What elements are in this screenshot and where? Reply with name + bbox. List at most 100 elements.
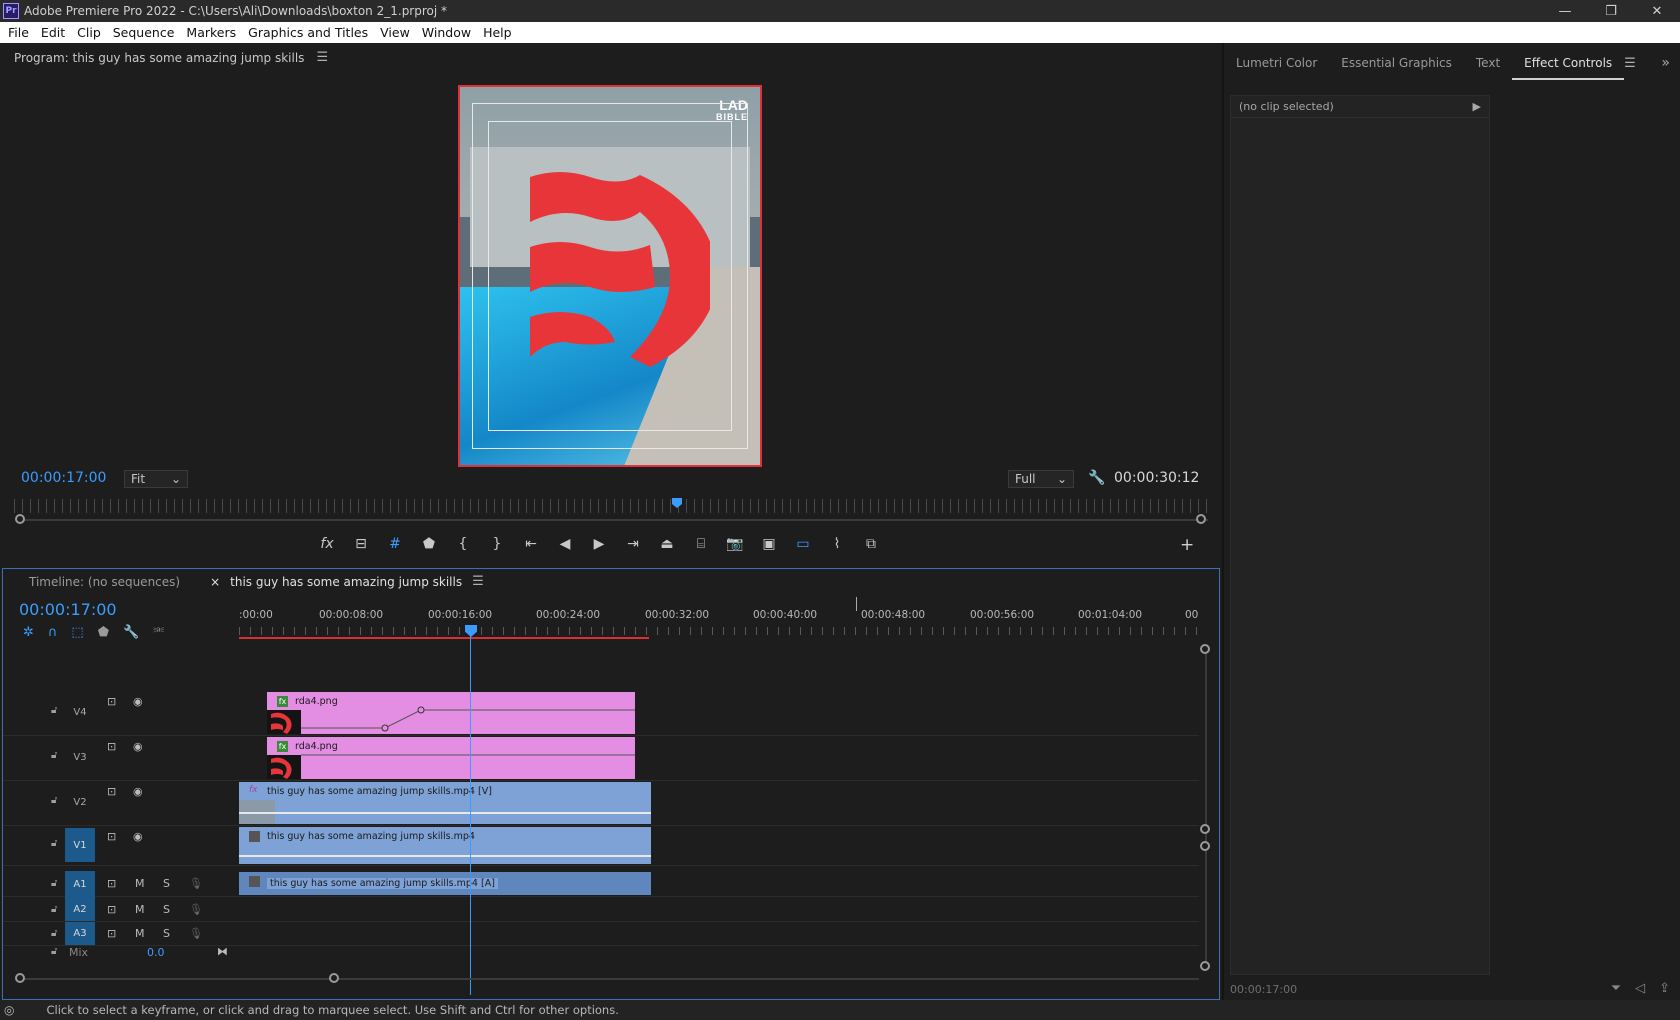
sync-lock-icon[interactable]: ⊡ [107, 695, 116, 708]
loop-icon[interactable]: ⧉ [854, 536, 888, 552]
timeline-settings-wrench-icon[interactable]: 🔧 [123, 625, 139, 640]
button-editor-plus-icon[interactable]: + [1180, 535, 1194, 555]
menu-window[interactable]: Window [416, 25, 477, 40]
track-label-a3[interactable]: A3 [65, 922, 95, 945]
timeline-playhead-line[interactable] [470, 635, 471, 995]
timeline-vertical-scrollbar[interactable] [1205, 649, 1207, 969]
menu-edit[interactable]: Edit [35, 25, 71, 40]
eye-icon[interactable]: ◉ [133, 830, 143, 843]
lock-icon[interactable]: 🔓︎ [51, 750, 57, 761]
eye-icon[interactable]: ◉ [133, 740, 143, 753]
sync-lock-icon[interactable]: ⊡ [107, 903, 116, 916]
close-button[interactable]: ✕ [1634, 0, 1680, 22]
lock-icon[interactable]: 🔓︎ [51, 878, 57, 889]
mute-button[interactable]: M [135, 877, 145, 890]
tab-sequence[interactable]: × this guy has some amazing jump skills … [210, 574, 484, 589]
tab-text[interactable]: Text [1464, 56, 1512, 70]
solo-button[interactable]: S [163, 877, 170, 890]
track-label-a1[interactable]: A1 [65, 871, 95, 897]
lock-icon[interactable]: 🔓︎ [51, 928, 57, 939]
go-to-in-icon[interactable]: ⇤ [514, 536, 548, 552]
nest-icon[interactable]: ✲ [23, 625, 34, 640]
lock-icon[interactable]: 🔓︎ [51, 838, 57, 849]
proxy-icon[interactable]: ⌇ [820, 536, 854, 552]
vscroll-handle-video-top[interactable] [1200, 644, 1210, 654]
sync-lock-icon[interactable]: ⊡ [107, 830, 116, 843]
play-icon[interactable]: ▶ [582, 536, 616, 552]
filter-icon[interactable]: ⏷ [1611, 981, 1621, 996]
lock-icon[interactable]: 🔓︎ [51, 904, 57, 915]
menu-markers[interactable]: Markers [180, 25, 242, 40]
linked-selection-icon[interactable]: ⬚ [71, 625, 83, 640]
tab-lumetri-color[interactable]: Lumetri Color [1224, 56, 1329, 70]
triangle-right-icon[interactable]: ▶ [1473, 100, 1481, 113]
lock-icon[interactable]: 🔓︎ [51, 946, 57, 957]
vscroll-handle-audio-top[interactable] [1200, 841, 1210, 851]
clip-video-v1[interactable]: this guy has some amazing jump skills.mp… [239, 827, 651, 864]
close-icon[interactable]: × [210, 575, 220, 589]
lock-icon[interactable]: 🔓︎ [51, 705, 57, 716]
vscroll-handle-video-bottom[interactable] [1200, 824, 1210, 834]
menu-help[interactable]: Help [477, 25, 518, 40]
microphone-icon[interactable]: 🎙︎ [189, 903, 203, 916]
track-label-v4[interactable]: V4 [65, 699, 95, 725]
comparison-view-icon[interactable]: ⊟ [344, 536, 378, 552]
mute-button[interactable]: M [135, 927, 145, 940]
clip-audio-a1[interactable]: this guy has some amazing jump skills.mp… [239, 872, 651, 895]
lift-icon[interactable]: ⏏ [650, 536, 684, 552]
menu-view[interactable]: View [374, 25, 416, 40]
video-frame[interactable]: LAD BIBLE [458, 85, 762, 467]
opacity-keyframe-line[interactable] [267, 692, 635, 734]
opacity-line[interactable] [267, 737, 635, 779]
safe-margins-icon[interactable]: # [378, 536, 412, 552]
tab-effect-controls[interactable]: Effect Controls [1512, 56, 1625, 80]
minimize-button[interactable]: — [1542, 0, 1588, 22]
menu-file[interactable]: File [0, 25, 35, 40]
microphone-icon[interactable]: 🎙︎ [189, 877, 203, 890]
settings-wrench-icon[interactable]: 🔧 [1088, 470, 1105, 486]
menu-sequence[interactable]: Sequence [107, 25, 181, 40]
zoom-dropdown[interactable]: Fit ⌄ [124, 470, 188, 488]
solo-button[interactable]: S [163, 903, 170, 916]
clip-rda4-v3[interactable]: fx rda4.png [267, 737, 635, 779]
add-marker-icon[interactable]: ⬟ [412, 536, 446, 552]
step-back-icon[interactable]: ◀ [548, 536, 582, 552]
hscroll-handle-right[interactable] [329, 973, 339, 983]
menu-clip[interactable]: Clip [71, 25, 107, 40]
eye-icon[interactable]: ◉ [133, 695, 143, 708]
jump-to-end-icon[interactable]: ⧓ [217, 945, 228, 958]
vscroll-handle-audio-bottom[interactable] [1200, 961, 1210, 971]
export-frame-icon[interactable]: 📷 [718, 536, 752, 552]
panel-menu-icon[interactable]: ☰ [1624, 56, 1636, 71]
extract-icon[interactable]: ⌸ [684, 536, 718, 552]
add-marker-icon[interactable]: ⬟ [98, 625, 109, 640]
solo-button[interactable]: S [163, 927, 170, 940]
fx-toggle-icon[interactable]: fx [310, 536, 344, 552]
resolution-dropdown[interactable]: Full ⌄ [1008, 470, 1074, 488]
chevron-double-right-icon[interactable]: » [1661, 55, 1670, 71]
menu-graphics-and-titles[interactable]: Graphics and Titles [242, 25, 374, 40]
multicam-icon[interactable]: ▣ [752, 536, 786, 552]
snap-magnet-icon[interactable]: ∩ [48, 625, 58, 640]
opacity-line[interactable] [239, 855, 651, 857]
track-label-a2[interactable]: A2 [65, 897, 95, 921]
restore-button[interactable]: ❐ [1588, 0, 1634, 22]
work-area-bar[interactable] [239, 637, 649, 639]
tab-essential-graphics[interactable]: Essential Graphics [1329, 56, 1464, 70]
step-forward-icon[interactable]: ⇥ [616, 536, 650, 552]
clip-rda4-v4[interactable]: fx rda4.png [267, 692, 635, 734]
sync-lock-icon[interactable]: ⊡ [107, 877, 116, 890]
sync-lock-icon[interactable]: ⊡ [107, 785, 116, 798]
sync-lock-icon[interactable]: ⊡ [107, 740, 116, 753]
lock-icon[interactable]: 🔓︎ [51, 795, 57, 806]
program-time-ruler[interactable] [14, 499, 1210, 513]
tab-timeline-no-sequences[interactable]: Timeline: (no sequences) [29, 575, 180, 589]
mark-out-icon[interactable]: } [480, 536, 514, 552]
captions-icon[interactable]: ⎃ [153, 625, 164, 640]
export-icon[interactable]: ⇪ [1659, 981, 1670, 996]
eye-icon[interactable]: ◉ [133, 785, 143, 798]
panel-menu-icon[interactable]: ☰ [472, 574, 484, 589]
mark-in-icon[interactable]: { [446, 536, 480, 552]
track-label-v3[interactable]: V3 [65, 744, 95, 770]
timeline-ruler[interactable]: :00:00 00:00:08:00 00:00:16:00 00:00:24:… [239, 609, 1201, 639]
